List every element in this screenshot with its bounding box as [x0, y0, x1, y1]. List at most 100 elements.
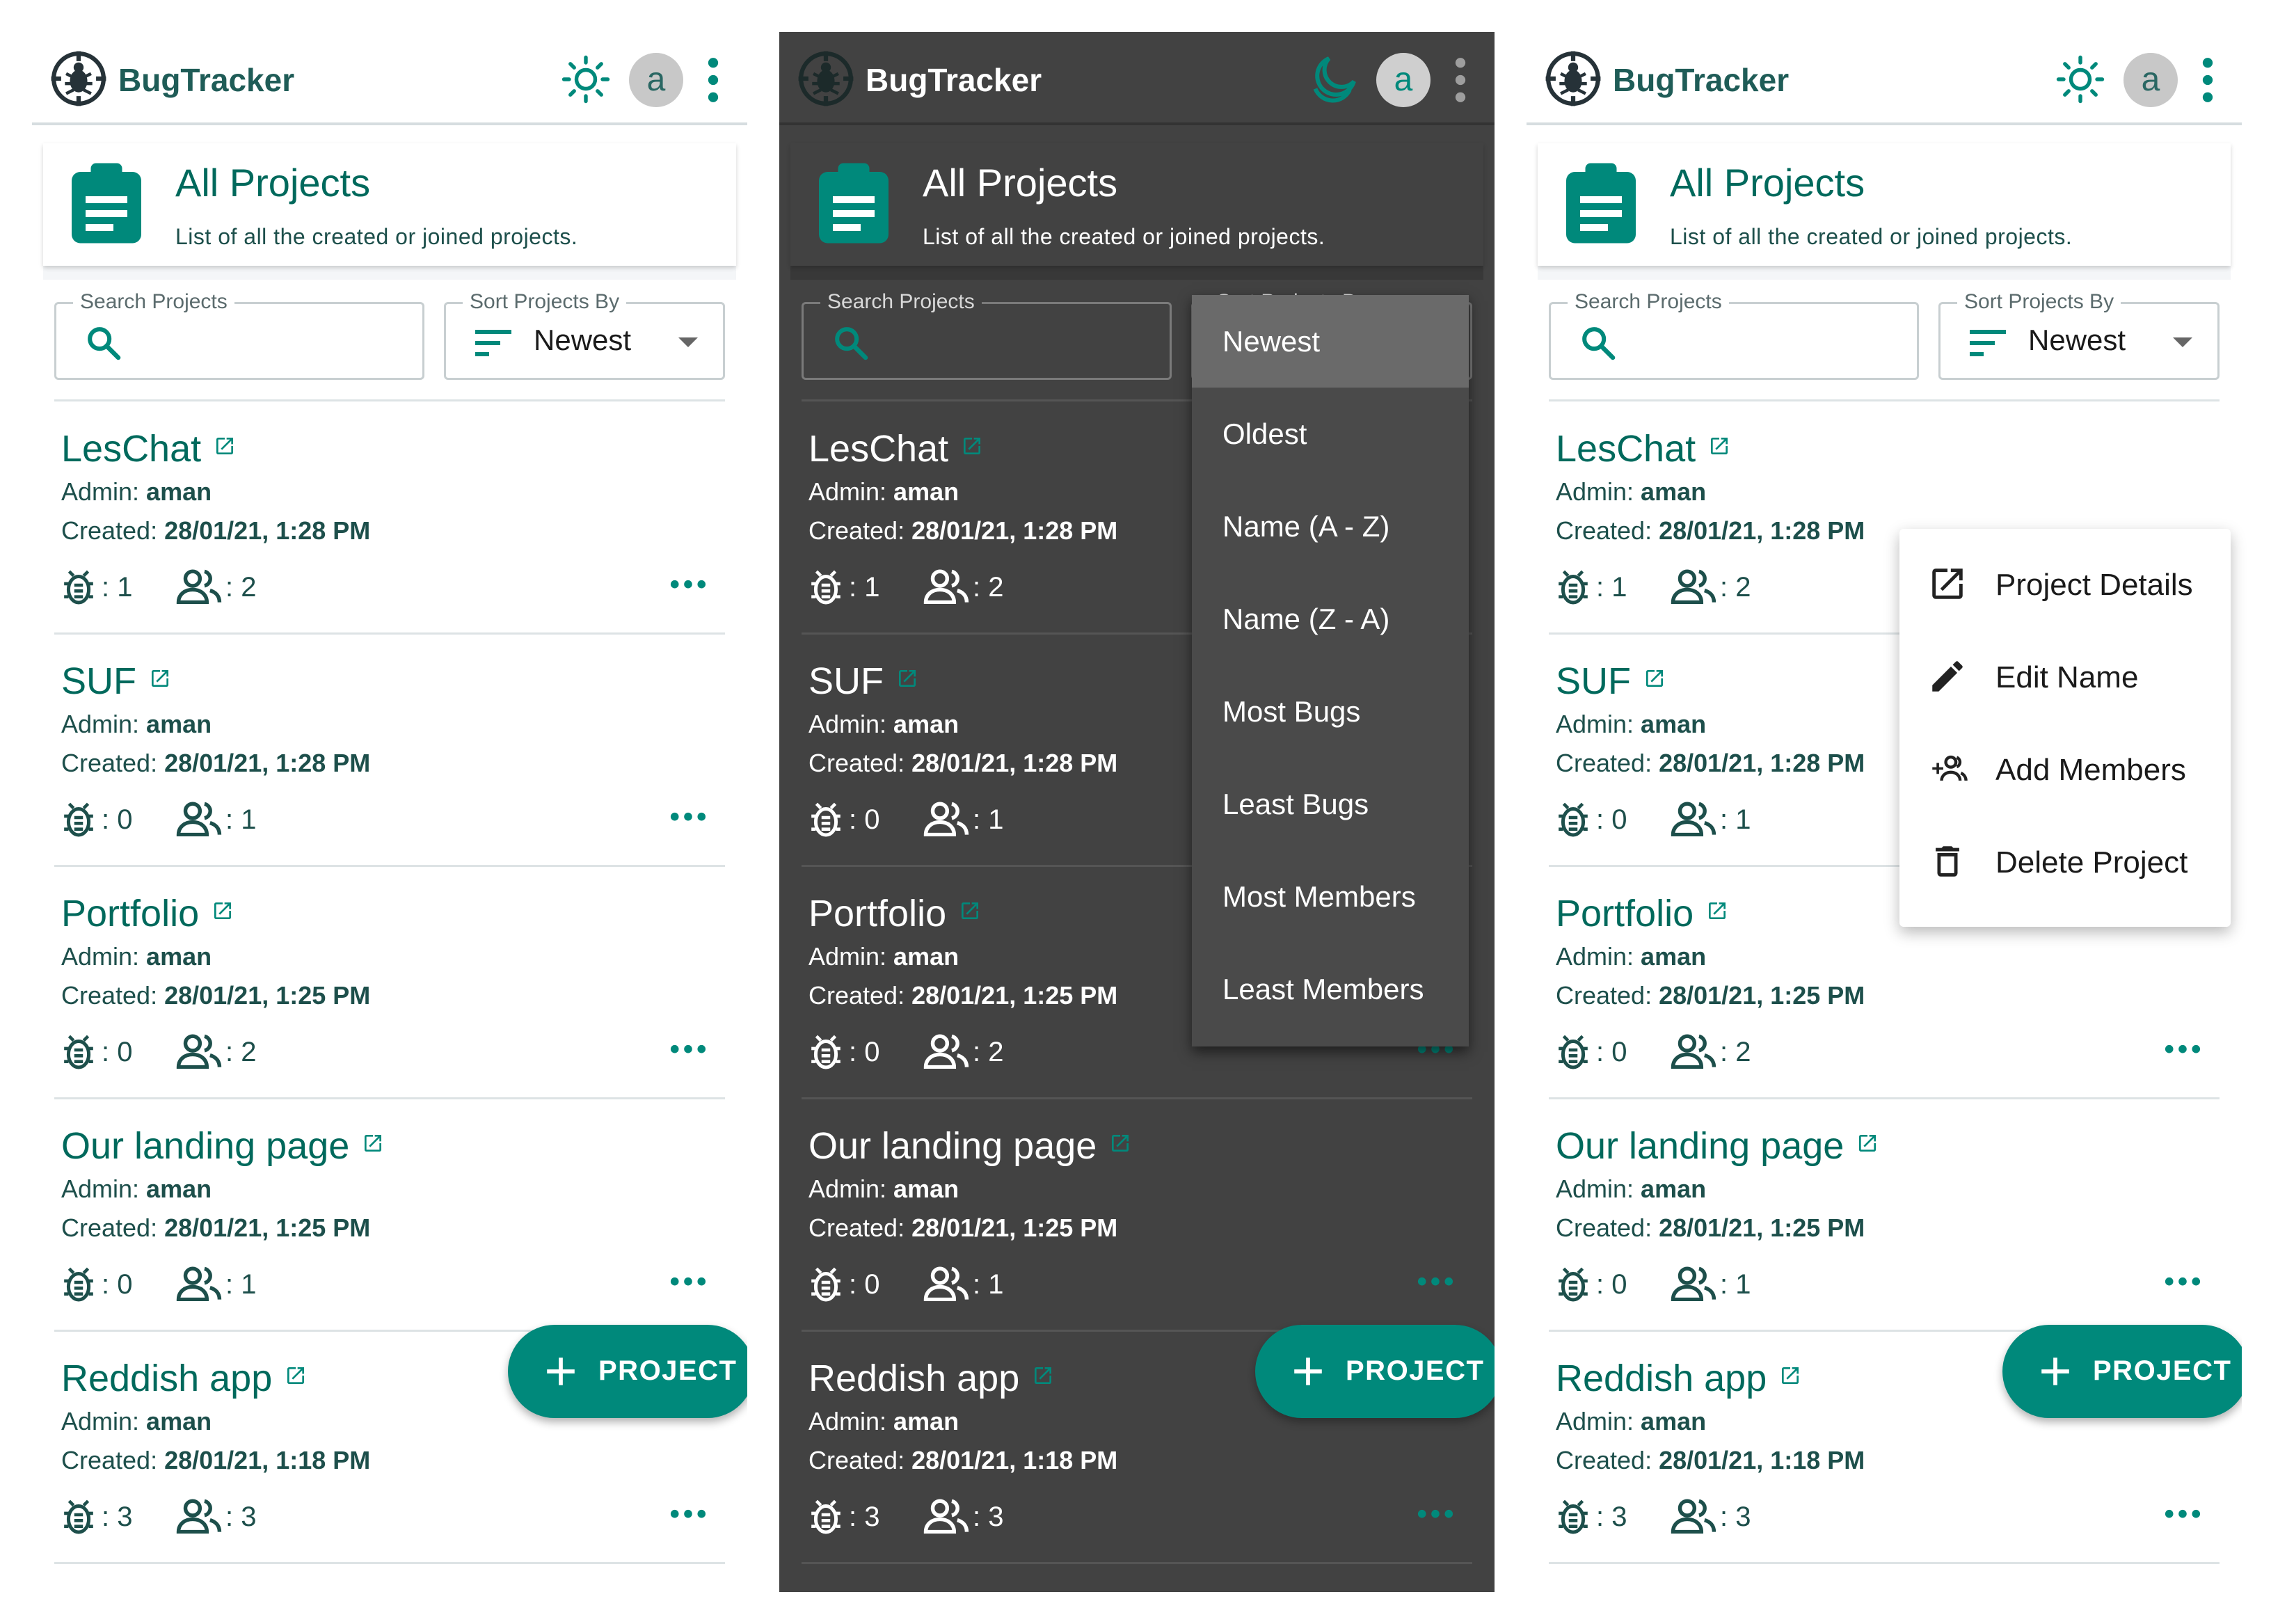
- created-date: 28/01/21, 1:28 PM: [1659, 749, 1865, 777]
- more-vert-icon[interactable]: [2200, 57, 2215, 103]
- menu-item-add-members[interactable]: Add Members: [1899, 722, 2231, 815]
- project-name-link[interactable]: LesChat: [808, 423, 983, 470]
- add-project-button[interactable]: PROJECT: [2002, 1325, 2242, 1418]
- admin-prefix: Admin:: [808, 1407, 894, 1435]
- project-name-link[interactable]: Portfolio: [61, 888, 234, 935]
- open-in-new-icon[interactable]: [1706, 888, 1728, 919]
- member-count: : 1: [225, 1269, 257, 1300]
- project-name-link[interactable]: SUF: [61, 655, 171, 703]
- search-input[interactable]: Search Projects: [54, 290, 424, 380]
- open-in-new-icon[interactable]: [1643, 655, 1666, 687]
- project-name-link[interactable]: Reddish app: [808, 1353, 1054, 1400]
- project-name-link[interactable]: Our landing page: [808, 1120, 1131, 1168]
- project-name: Reddish app: [61, 1358, 273, 1399]
- open-in-new-icon[interactable]: [959, 888, 981, 919]
- sort-option-name-desc[interactable]: Name (Z - A): [1192, 573, 1469, 665]
- more-horiz-icon[interactable]: [2164, 1508, 2201, 1522]
- more-horiz-icon[interactable]: [669, 1508, 707, 1522]
- add-project-button[interactable]: PROJECT: [508, 1325, 747, 1418]
- people-icon: [1670, 569, 1717, 605]
- open-in-new-icon[interactable]: [1032, 1353, 1054, 1384]
- open-in-new-icon[interactable]: [1109, 1120, 1131, 1152]
- sort-option-newest[interactable]: Newest: [1192, 295, 1469, 388]
- sort-option-oldest[interactable]: Oldest: [1192, 388, 1469, 480]
- avatar[interactable]: a: [1376, 53, 1431, 107]
- open-in-new-icon[interactable]: [212, 888, 234, 919]
- plus-icon: [1293, 1356, 1323, 1387]
- project-name-link[interactable]: LesChat: [61, 423, 236, 470]
- avatar[interactable]: a: [2123, 53, 2178, 107]
- project-name: LesChat: [1556, 428, 1696, 470]
- open-in-new-icon[interactable]: [1856, 1120, 1879, 1152]
- sort-option-most-members[interactable]: Most Members: [1192, 850, 1469, 943]
- add-project-button[interactable]: PROJECT: [1255, 1325, 1495, 1418]
- project-name-link[interactable]: Our landing page: [61, 1120, 384, 1168]
- admin-prefix: Admin:: [1556, 710, 1641, 738]
- chevron-down-icon: [678, 337, 698, 347]
- sort-option-least-members[interactable]: Least Members: [1192, 943, 1469, 1035]
- sort-option-name-asc[interactable]: Name (A - Z): [1192, 480, 1469, 573]
- search-input[interactable]: Search Projects: [802, 290, 1172, 380]
- search-input[interactable]: Search Projects: [1549, 290, 1919, 380]
- plus-icon: [545, 1356, 576, 1387]
- project-name-link[interactable]: LesChat: [1556, 423, 1730, 470]
- open-in-new-icon[interactable]: [362, 1120, 384, 1152]
- people-icon: [923, 1266, 970, 1303]
- sun-icon[interactable]: [561, 54, 611, 104]
- open-in-new-icon[interactable]: [896, 655, 918, 687]
- admin-prefix: Admin:: [808, 1175, 894, 1203]
- created-date: 28/01/21, 1:28 PM: [1659, 516, 1865, 545]
- open-in-new-icon[interactable]: [1779, 1353, 1801, 1384]
- more-horiz-icon[interactable]: [669, 811, 707, 825]
- more-horiz-icon[interactable]: [669, 1276, 707, 1290]
- trash-icon: [1936, 846, 1959, 877]
- sort-option-least-bugs[interactable]: Least Bugs: [1192, 758, 1469, 850]
- avatar[interactable]: a: [629, 53, 683, 107]
- project-name-link[interactable]: Portfolio: [808, 888, 981, 935]
- more-horiz-icon[interactable]: [2164, 1044, 2201, 1058]
- member-count: : 1: [225, 804, 257, 835]
- project-name-link[interactable]: SUF: [1556, 655, 1666, 703]
- add-project-label: PROJECT: [2093, 1355, 2232, 1386]
- page-subtitle: List of all the created or joined projec…: [1670, 224, 2073, 249]
- chevron-down-icon: [2173, 337, 2192, 347]
- member-count: : 2: [225, 572, 257, 603]
- menu-item-edit-name[interactable]: Edit Name: [1899, 630, 2231, 722]
- sort-value: Newest: [2028, 324, 2126, 356]
- menu-item-delete-project[interactable]: Delete Project: [1899, 815, 2231, 907]
- more-horiz-icon[interactable]: [669, 1044, 707, 1058]
- sort-select[interactable]: Sort Projects By Newest: [444, 290, 725, 380]
- sun-icon[interactable]: [2055, 54, 2105, 104]
- moon-icon[interactable]: [1308, 54, 1358, 104]
- menu-item-project-details[interactable]: Project Details: [1899, 537, 2231, 630]
- created-date: 28/01/21, 1:25 PM: [911, 1213, 1118, 1242]
- bug-count: : 0: [102, 804, 133, 835]
- project-admin: Admin: aman: [1556, 1175, 1706, 1204]
- more-horiz-icon[interactable]: [669, 579, 707, 593]
- open-in-new-icon[interactable]: [961, 423, 983, 454]
- more-vert-icon[interactable]: [706, 57, 721, 103]
- more-horiz-icon[interactable]: [1417, 1276, 1454, 1290]
- member-count: : 2: [973, 1037, 1004, 1067]
- project-name-link[interactable]: Reddish app: [1556, 1353, 1801, 1400]
- project-admin: Admin: aman: [808, 942, 959, 971]
- more-horiz-icon[interactable]: [2164, 1276, 2201, 1290]
- project-name-link[interactable]: SUF: [808, 655, 918, 703]
- open-in-new-icon[interactable]: [285, 1353, 307, 1384]
- project-name-link[interactable]: Reddish app: [61, 1353, 307, 1400]
- sort-option-most-bugs[interactable]: Most Bugs: [1192, 665, 1469, 758]
- sort-select[interactable]: Sort Projects By Newest: [1938, 290, 2220, 380]
- admin-prefix: Admin:: [808, 477, 894, 506]
- open-in-new-icon[interactable]: [149, 655, 171, 687]
- more-horiz-icon[interactable]: [1417, 1508, 1454, 1522]
- created-date: 28/01/21, 1:25 PM: [164, 1213, 371, 1242]
- clipboard-icon: [1563, 161, 1639, 245]
- open-in-new-icon[interactable]: [214, 423, 236, 454]
- project-name-link[interactable]: Portfolio: [1556, 888, 1728, 935]
- bug-count: : 0: [1596, 1269, 1627, 1300]
- created-date: 28/01/21, 1:25 PM: [164, 981, 371, 1010]
- more-vert-icon[interactable]: [1453, 57, 1468, 103]
- project-name-link[interactable]: Our landing page: [1556, 1120, 1879, 1168]
- admin-prefix: Admin:: [1556, 1175, 1641, 1203]
- open-in-new-icon[interactable]: [1708, 423, 1730, 454]
